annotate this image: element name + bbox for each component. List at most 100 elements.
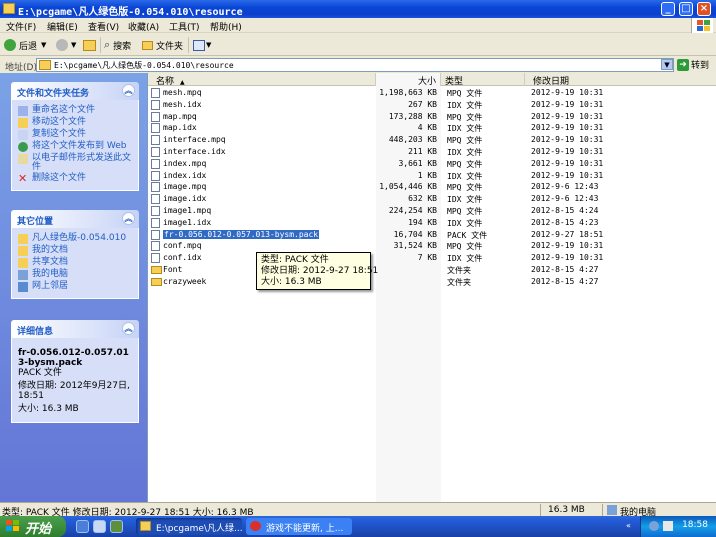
task-email[interactable]: 以电子邮件形式发送此文件: [18, 154, 138, 172]
rename-icon: [18, 106, 28, 116]
file-tooltip: 类型: PACK 文件 修改日期: 2012-9-27 18:51 大小: 16…: [256, 252, 378, 290]
search-button[interactable]: ⌕ 搜索: [104, 37, 131, 53]
forward-button[interactable]: ▼: [56, 37, 76, 53]
address-dropdown-icon[interactable]: ▼: [661, 59, 673, 70]
file-icon: [151, 194, 160, 205]
file-row[interactable]: conf.idx 7 KB IDX 文件 2012-9-19 10:31: [148, 252, 716, 264]
up-folder-button[interactable]: [83, 37, 96, 53]
network-tray-icon[interactable]: [649, 521, 659, 531]
task-delete[interactable]: ✕ 删除这个文件: [18, 173, 138, 184]
file-icon: [151, 253, 160, 264]
tooltip-size: 大小: 16.3 MB: [261, 277, 322, 287]
minimize-button[interactable]: _: [661, 2, 675, 16]
task-move[interactable]: 移动这个文件: [18, 118, 138, 128]
network-icon: [18, 282, 28, 292]
folders-button[interactable]: 文件夹: [142, 37, 183, 53]
place-my-documents[interactable]: 我的文档: [18, 246, 138, 256]
file-name: map.idx: [163, 123, 197, 133]
task-copy[interactable]: 复制这个文件: [18, 130, 138, 140]
place-my-computer[interactable]: 我的电脑: [18, 270, 138, 280]
file-modified: 2012-9-19 10:31: [531, 135, 604, 145]
close-button[interactable]: ×: [697, 2, 711, 16]
file-size: 448,203 KB: [388, 135, 437, 145]
menu-file[interactable]: 文件(F): [6, 20, 36, 33]
file-row[interactable]: image.idx 632 KB IDX 文件 2012-9-6 12:43: [148, 193, 716, 205]
folder-icon: [151, 266, 162, 274]
computer-icon: [607, 505, 617, 515]
file-row[interactable]: mesh.idx 267 KB IDX 文件 2012-9-19 10:31: [148, 99, 716, 111]
file-tasks-header[interactable]: 文件和文件夹任务 ︽: [11, 82, 139, 100]
back-button[interactable]: 后退 ▼: [4, 37, 46, 53]
column-type[interactable]: 类型: [441, 73, 525, 87]
file-row[interactable]: index.idx 1 KB IDX 文件 2012-9-19 10:31: [148, 170, 716, 182]
warning-icon: [250, 521, 261, 531]
ie-quicklaunch-icon[interactable]: [76, 520, 89, 533]
file-name: conf.idx: [163, 253, 202, 263]
file-row[interactable]: crazyweek 文件夹 2012-8-15 4:27: [148, 276, 716, 288]
shared-documents-icon: [18, 258, 28, 268]
chevron-down-icon[interactable]: ▼: [71, 41, 76, 49]
file-row[interactable]: interface.idx 211 KB IDX 文件 2012-9-19 10:31: [148, 146, 716, 158]
taskbar-item-explorer[interactable]: E:\pcgame\凡人绿...: [136, 518, 242, 535]
views-button[interactable]: ▼: [193, 37, 211, 53]
address-bar: 地址(D) E:\pcgame\凡人绿色版-0.054.010\resource…: [0, 57, 716, 73]
file-row[interactable]: map.idx 4 KB IDX 文件 2012-9-19 10:31: [148, 122, 716, 134]
menu-view[interactable]: 查看(V): [88, 20, 119, 33]
collapse-icon[interactable]: ︽: [122, 212, 135, 225]
toolbar: 后退 ▼ ▼ ⌕ 搜索 文件夹 ▼: [0, 34, 716, 56]
file-row[interactable]: Font 文件夹 2012-8-15 4:27: [148, 264, 716, 276]
details-modified: 修改日期: 2012年9月27日, 18:51: [18, 381, 130, 401]
menu-edit[interactable]: 编辑(E): [47, 20, 78, 33]
file-icon: [151, 206, 160, 216]
file-list[interactable]: 名称 ▲ 大小 类型 修改日期 mesh.mpq 1,198,663 KB MPQ 文…: [147, 73, 716, 502]
windows-flag-icon: [6, 520, 19, 531]
place-parent-folder[interactable]: 凡人绿色版-0.054.010: [18, 234, 138, 244]
status-size: 16.3 MB: [548, 505, 585, 515]
file-row[interactable]: conf.mpq 31,524 KB MPQ 文件 2012-9-19 10:31: [148, 240, 716, 252]
file-size: 3,661 KB: [398, 158, 437, 168]
file-row[interactable]: index.mpq 3,661 KB MPQ 文件 2012-9-19 10:31: [148, 158, 716, 170]
title-bar[interactable]: E:\pcgame\凡人绿色版-0.054.010\resource _ □ ×: [0, 0, 716, 18]
task-rename[interactable]: 重命名这个文件: [18, 106, 138, 116]
file-row[interactable]: image1.idx 194 KB IDX 文件 2012-8-15 4:23: [148, 217, 716, 229]
file-row[interactable]: image1.mpq 224,254 KB MPQ 文件 2012-8-15 4:24: [148, 205, 716, 217]
file-type: PACK 文件: [447, 230, 488, 240]
desktop-quicklaunch-icon[interactable]: [93, 520, 106, 533]
task-publish-web[interactable]: 将这个文件发布到 Web: [18, 142, 138, 152]
volume-tray-icon[interactable]: [663, 521, 673, 531]
file-row[interactable]: image.mpq 1,054,446 KB MPQ 文件 2012-9-6 12:4…: [148, 181, 716, 193]
menu-help[interactable]: 帮助(H): [210, 20, 242, 33]
file-row[interactable]: mesh.mpq 1,198,663 KB MPQ 文件 2012-9-19 10:3…: [148, 87, 716, 99]
place-shared-documents[interactable]: 共享文档: [18, 258, 138, 268]
search-icon: ⌕: [104, 38, 111, 51]
folder-icon: [3, 3, 15, 14]
column-name[interactable]: 名称 ▲: [148, 73, 376, 87]
file-row[interactable]: map.mpq 173,288 KB MPQ 文件 2012-9-19 10:31: [148, 111, 716, 123]
other-places-header[interactable]: 其它位置 ︽: [11, 210, 139, 228]
collapse-icon[interactable]: ︽: [122, 322, 135, 335]
file-row[interactable]: interface.mpq 448,203 KB MPQ 文件 2012-9-19 1…: [148, 134, 716, 146]
task-pane: 文件和文件夹任务 ︽ 重命名这个文件 移动这个文件 复制这个文件 将这个文件发布…: [0, 73, 147, 502]
column-size[interactable]: 大小: [376, 73, 441, 87]
collapse-icon[interactable]: ︽: [122, 84, 135, 97]
start-label: 开始: [25, 522, 52, 537]
tray-expand-icon[interactable]: «: [626, 521, 631, 530]
start-button[interactable]: 开始: [0, 516, 66, 537]
file-modified: 2012-8-15 4:27: [531, 276, 599, 286]
menu-tools[interactable]: 工具(T): [169, 20, 200, 33]
column-modified[interactable]: 修改日期: [525, 73, 716, 87]
app-quicklaunch-icon[interactable]: [110, 520, 123, 533]
menu-favorites[interactable]: 收藏(A): [128, 20, 159, 33]
details-header[interactable]: 详细信息 ︽: [11, 320, 139, 338]
maximize-button[interactable]: □: [679, 2, 693, 16]
chevron-down-icon[interactable]: ▼: [41, 41, 46, 49]
place-network[interactable]: 网上邻居: [18, 282, 138, 292]
go-arrow-icon: ➜: [677, 58, 689, 71]
tooltip-type: 类型: PACK 文件: [261, 255, 329, 265]
taskbar-item-browser[interactable]: 游戏不能更新, 上...: [246, 518, 352, 535]
file-row[interactable]: fr-0.056.012-0.057.013-bysm.pack 16,704 K…: [148, 229, 716, 241]
file-type: MPQ 文件: [447, 89, 483, 98]
file-name: crazyweek: [163, 276, 207, 286]
address-input[interactable]: E:\pcgame\凡人绿色版-0.054.010\resource: [36, 58, 674, 72]
go-button[interactable]: ➜ 转到: [677, 58, 709, 71]
